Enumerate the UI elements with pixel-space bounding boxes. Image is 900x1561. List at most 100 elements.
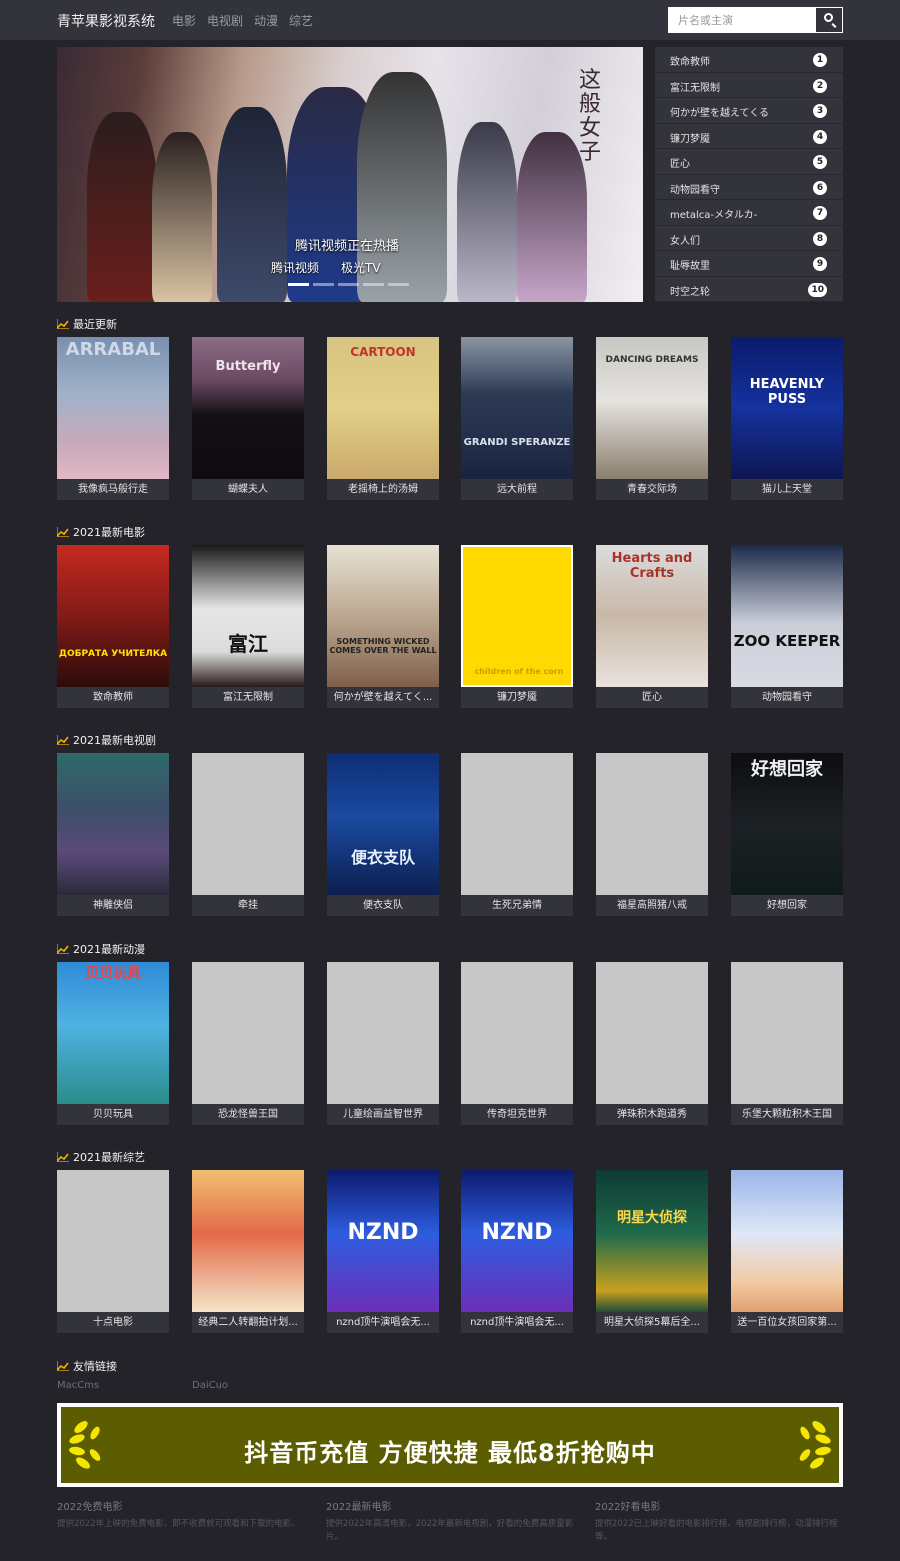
video-caption[interactable]: 动物园看守 [731,687,843,708]
nav-tv[interactable]: 电视剧 [207,12,243,29]
video-card[interactable]: Hearts and Crafts 匠心 [596,545,708,708]
video-poster[interactable] [731,962,843,1104]
video-poster[interactable] [57,1170,169,1312]
video-card[interactable]: 送一百位女孩回家第... [731,1170,843,1333]
ad-banner[interactable]: 抖音币充值 方便快捷 最低8折抢购中 [57,1403,843,1487]
video-poster[interactable]: 富江 [192,545,304,687]
video-card[interactable]: DANCING DREAMS 青春交际场 [596,337,708,500]
brand-logo[interactable]: 青苹果影视系统 [57,11,155,31]
rank-item[interactable]: 动物园看守 6 [655,175,843,200]
rank-item[interactable]: 富江无限制 2 [655,73,843,98]
video-card[interactable]: 明星大侦探 明星大侦探5幕后全... [596,1170,708,1333]
video-caption[interactable]: 明星大侦探5幕后全... [596,1312,708,1333]
video-card[interactable]: 传奇坦克世界 [461,962,573,1125]
video-card[interactable]: NZND nznd顶牛演唱会无... [461,1170,573,1333]
video-card[interactable]: NZND nznd顶牛演唱会无... [327,1170,439,1333]
video-card[interactable]: ARRABAL 我像疯马般行走 [57,337,169,500]
video-poster[interactable]: DANCING DREAMS [596,337,708,479]
video-poster[interactable]: NZND [461,1170,573,1312]
video-poster[interactable]: ARRABAL [57,337,169,479]
video-card[interactable]: ДОБРАТА УЧИТЕЛКА 致命教师 [57,545,169,708]
video-caption[interactable]: 经典二人转翻拍计划... [192,1312,304,1333]
carousel-dot[interactable] [313,283,334,286]
video-card[interactable]: 弹珠积木跑道秀 [596,962,708,1125]
video-poster[interactable]: GRANDI SPERANZE [461,337,573,479]
search-input[interactable] [669,8,815,32]
video-caption[interactable]: 十点电影 [57,1312,169,1333]
video-card[interactable]: 儿童绘画益智世界 [327,962,439,1125]
video-poster[interactable] [327,962,439,1104]
video-poster[interactable] [192,1170,304,1312]
video-poster[interactable]: ДОБРАТА УЧИТЕЛКА [57,545,169,687]
video-poster[interactable]: Butterfly [192,337,304,479]
rank-item[interactable]: 耻辱故里 9 [655,251,843,277]
rank-item[interactable]: 匠心 5 [655,149,843,175]
video-card[interactable]: 贝贝玩具 贝贝玩具 [57,962,169,1125]
video-poster[interactable]: 好想回家 [731,753,843,895]
video-poster[interactable] [57,753,169,895]
footer-title[interactable]: 2022免费电影 [57,1498,307,1513]
video-caption[interactable]: 匠心 [596,687,708,708]
video-card[interactable]: 生死兄弟情 [461,753,573,916]
video-card[interactable]: 富江 富江无限制 [192,545,304,708]
video-card[interactable]: 神雕侠侣 [57,753,169,916]
video-card[interactable]: 牵挂 [192,753,304,916]
video-poster[interactable] [731,1170,843,1312]
carousel-dot[interactable] [363,283,384,286]
video-card[interactable]: HEAVENLY PUSS 猫儿上天堂 [731,337,843,500]
video-caption[interactable]: 贝贝玩具 [57,1104,169,1125]
rank-item[interactable]: 致命教师 1 [655,47,843,73]
video-card[interactable]: 便衣支队 便衣支队 [327,753,439,916]
video-card[interactable]: 恐龙怪兽王国 [192,962,304,1125]
video-poster[interactable]: 贝贝玩具 [57,962,169,1104]
rank-item[interactable]: 时空之轮 10 [655,277,843,302]
rank-item[interactable]: 何かが壁を越えてくる 3 [655,98,843,124]
video-caption[interactable]: 镰刀梦魇 [461,687,573,708]
video-card[interactable]: ZOO KEEPER 动物园看守 [731,545,843,708]
search-button[interactable] [815,8,842,32]
nav-variety[interactable]: 综艺 [289,12,313,29]
video-caption[interactable]: 牵挂 [192,895,304,916]
video-caption[interactable]: nznd顶牛演唱会无... [461,1312,573,1333]
video-caption[interactable]: 远大前程 [461,479,573,500]
video-poster[interactable]: HEAVENLY PUSS [731,337,843,479]
rank-item[interactable]: 镰刀梦魇 4 [655,124,843,149]
video-card[interactable]: children of the corn 镰刀梦魇 [461,545,573,708]
video-caption[interactable]: 富江无限制 [192,687,304,708]
video-caption[interactable]: nznd顶牛演唱会无... [327,1312,439,1333]
carousel-dot[interactable] [288,283,309,286]
video-poster[interactable] [596,962,708,1104]
video-caption[interactable]: 蝴蝶夫人 [192,479,304,500]
nav-movies[interactable]: 电影 [172,12,196,29]
video-caption[interactable]: 儿童绘画益智世界 [327,1104,439,1125]
video-poster[interactable] [596,753,708,895]
video-card[interactable]: GRANDI SPERANZE 远大前程 [461,337,573,500]
friend-link-daicuo[interactable]: DaiCuo [192,1380,228,1391]
rank-item[interactable]: metalca-メタルカ- 7 [655,200,843,226]
video-caption[interactable]: 传奇坦克世界 [461,1104,573,1125]
video-caption[interactable]: 何かが壁を越えてく... [327,687,439,708]
video-caption[interactable]: 便衣支队 [327,895,439,916]
video-poster[interactable]: NZND [327,1170,439,1312]
video-caption[interactable]: 送一百位女孩回家第... [731,1312,843,1333]
footer-title[interactable]: 2022最新电影 [326,1498,576,1513]
video-caption[interactable]: 神雕侠侣 [57,895,169,916]
video-poster[interactable]: 便衣支队 [327,753,439,895]
video-poster[interactable]: ZOO KEEPER [731,545,843,687]
video-poster[interactable]: Hearts and Crafts [596,545,708,687]
carousel-dot[interactable] [338,283,359,286]
video-caption[interactable]: 好想回家 [731,895,843,916]
footer-title[interactable]: 2022好看电影 [595,1498,845,1513]
video-caption[interactable]: 福星高照猪八戒 [596,895,708,916]
rank-item[interactable]: 女人们 8 [655,226,843,251]
nav-anime[interactable]: 动漫 [254,12,278,29]
video-card[interactable]: SOMETHING WICKED COMES OVER THE WALL 何かが壁… [327,545,439,708]
video-poster[interactable]: 明星大侦探 [596,1170,708,1312]
banner-carousel[interactable]: 这般女子 腾讯视频正在热播 腾讯视频 极光TV [57,47,643,302]
video-card[interactable]: CARTOON 老摇椅上的汤姆 [327,337,439,500]
video-caption[interactable]: 恐龙怪兽王国 [192,1104,304,1125]
video-caption[interactable]: 弹珠积木跑道秀 [596,1104,708,1125]
video-card[interactable]: 好想回家 好想回家 [731,753,843,916]
video-caption[interactable]: 青春交际场 [596,479,708,500]
video-poster[interactable]: SOMETHING WICKED COMES OVER THE WALL [327,545,439,687]
